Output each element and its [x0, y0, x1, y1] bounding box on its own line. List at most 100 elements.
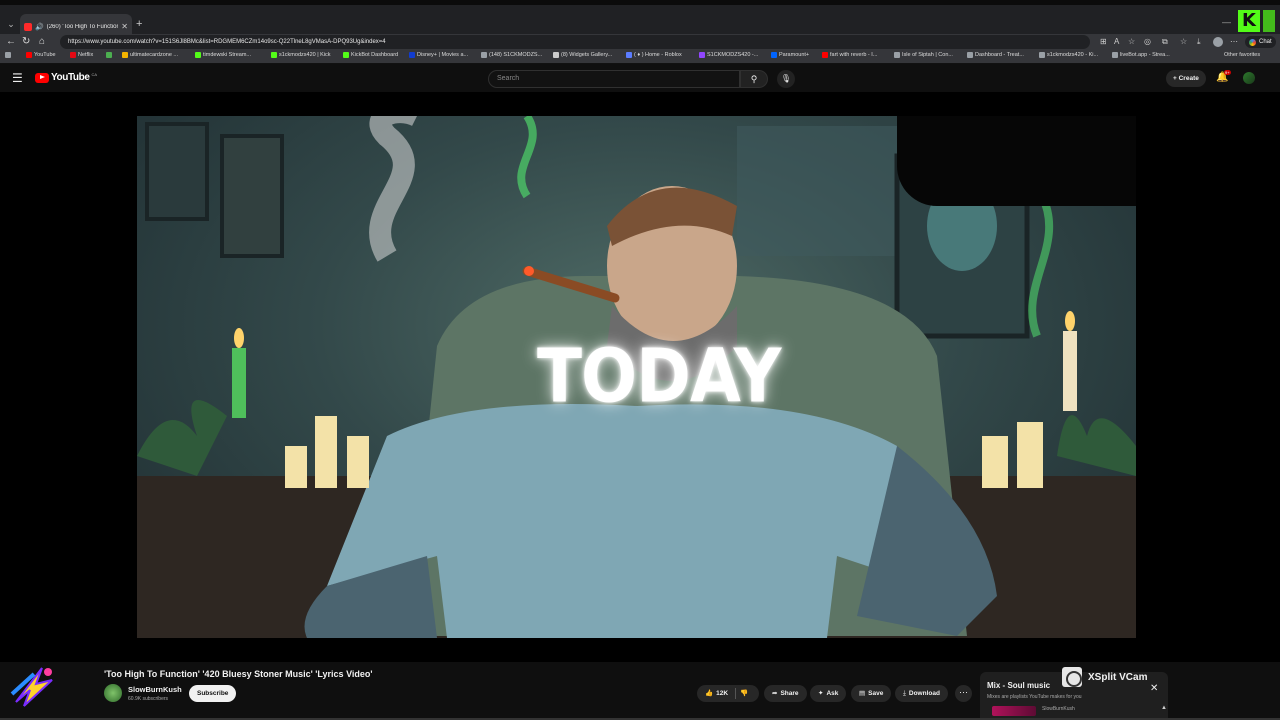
back-icon[interactable]: ← [6, 36, 16, 47]
url-bar[interactable]: https://www.youtube.com/watch?v=151S6Jl8… [60, 35, 1090, 49]
ask-button[interactable]: ✦ Ask [810, 685, 847, 702]
refresh-icon[interactable]: ↻ [22, 36, 30, 47]
bookmark-item[interactable] [106, 52, 114, 58]
video-player[interactable]: TODAY [0, 92, 1280, 662]
dislike-button[interactable]: 👎 [740, 685, 748, 702]
app-install-icon[interactable]: ⊞ [1100, 37, 1107, 46]
bookmark-item[interactable]: YouTube [26, 52, 56, 58]
thumbs-down-icon: 👎 [740, 690, 749, 697]
downloads-icon[interactable]: ⤓ [1197, 37, 1201, 47]
download-button[interactable]: ⤓ Download [895, 685, 948, 702]
video-frame[interactable]: TODAY [137, 116, 1136, 638]
bookmark-item[interactable]: ultimatecardzone ... [122, 52, 178, 58]
bookmark-item[interactable]: ( ♦ ) Home - Roblox [626, 52, 682, 58]
save-button[interactable]: ▤ Save [851, 685, 892, 702]
sparkle-icon: ✦ [818, 690, 824, 697]
address-toolbar: ← ↻ ⌂ https://www.youtube.com/watch?v=15… [0, 34, 1280, 50]
download-label: Download [908, 690, 940, 697]
bookmark-item[interactable]: KickBot Dashboard [343, 52, 398, 58]
country-code: CA [91, 72, 98, 77]
minimize-icon[interactable]: — [1222, 17, 1231, 27]
thumbs-up-icon: 👍 [705, 690, 714, 697]
candle-flame [234, 328, 244, 348]
bookmark-item[interactable]: s1ckmodzs420 - Ki... [1039, 52, 1098, 58]
read-aloud-icon[interactable]: A [1114, 37, 1119, 46]
cigar-ember [524, 266, 534, 276]
xsplit-label: XSplit VCam [1088, 671, 1148, 683]
bookmarks-bar: YouTube Netflix ultimatecardzone ... tim… [0, 50, 1280, 64]
candle [347, 436, 369, 488]
extension-icon[interactable]: ◎ [1144, 37, 1151, 46]
bookmark-item[interactable]: (148) S1CKMODZS... [481, 52, 542, 58]
youtube-header: ☰ YouTube CA Search ⚲ 🎙 + Create 🔔 9+ [0, 64, 1280, 92]
kick-overlay-icon [1263, 10, 1275, 32]
split-screen-icon[interactable]: ⧉ [1162, 37, 1168, 47]
search-input[interactable]: Search [488, 70, 740, 88]
notification-badge: 9+ [1224, 70, 1231, 75]
mix-item-channel: SlowBurnKush [1042, 706, 1075, 712]
chevron-up-icon[interactable]: ▲ [1161, 705, 1167, 711]
like-button[interactable]: 👍 12K [705, 690, 728, 697]
bookmark-item[interactable]: Netflix [70, 52, 93, 58]
voice-search-button[interactable]: 🎙 [777, 70, 795, 88]
close-icon[interactable]: ✕ [1150, 683, 1158, 694]
bookmark-folder-icon[interactable] [5, 52, 11, 58]
close-tab-icon[interactable]: ✕ [121, 22, 128, 31]
candle [982, 436, 1008, 488]
download-icon: ⤓ [903, 690, 906, 697]
profile-avatar[interactable] [1213, 37, 1223, 47]
chat-label: Chat [1259, 39, 1272, 45]
like-count: 12K [716, 690, 729, 697]
hamburger-menu-icon[interactable]: ☰ [12, 71, 23, 85]
wall-frame-left-2 [220, 134, 284, 258]
bookmark-item[interactable]: s1ckmodzs420 | Kick [271, 52, 331, 58]
other-favorites[interactable]: Other favorites [1224, 52, 1260, 58]
youtube-logo-text: YouTube [51, 72, 90, 83]
kick-logo-icon: K [1238, 10, 1260, 32]
share-button[interactable]: ➦ Share [764, 685, 807, 702]
smoke-plume [369, 116, 417, 262]
mix-item-thumbnail[interactable] [992, 706, 1036, 716]
more-menu-icon[interactable]: ⋯ [1230, 37, 1238, 46]
wall-poster-skull [737, 126, 897, 256]
new-tab-icon[interactable]: + [136, 18, 142, 30]
bookmark-item[interactable]: fart with reverb - I... [822, 52, 877, 58]
video-meta-bar: 'Too High To Function' '420 Bluesy Stone… [0, 662, 1280, 720]
bookmark-item[interactable]: liveBot.app - Strea... [1112, 52, 1170, 58]
youtube-logo[interactable]: YouTube CA [35, 72, 97, 83]
bookmark-item[interactable]: timdewski Stream... [195, 52, 251, 58]
search-button[interactable]: ⚲ [740, 70, 768, 88]
more-actions-button[interactable]: ⋯ [955, 685, 972, 702]
bookmark-item[interactable]: Disney+ | Movies a... [409, 52, 468, 58]
subscribe-button[interactable]: Subscribe [189, 685, 237, 702]
plant-right [1057, 415, 1136, 476]
ask-label: Ask [826, 690, 839, 697]
channel-name[interactable]: SlowBurnKush [128, 685, 182, 694]
bookmark-item[interactable]: Isle of Siptah | Con... [894, 52, 953, 58]
tab-list-icon[interactable]: ⌄ [4, 17, 18, 31]
speaker-icon[interactable]: 🔊 [35, 23, 44, 31]
browser-tab-bar: ⌄ 🔊 (260) 'Too High To Function' '420 Bl… [0, 0, 1280, 39]
favorites-icon[interactable]: ☆ [1180, 37, 1187, 46]
wall-frame-left [145, 122, 209, 221]
bookmark-item[interactable]: Dashboard - Treat... [967, 52, 1024, 58]
favorite-star-icon[interactable]: ☆ [1128, 37, 1135, 46]
youtube-play-icon [35, 72, 49, 83]
home-icon[interactable]: ⌂ [39, 36, 45, 47]
microphone-icon: 🎙 [780, 74, 792, 83]
bookmark-item[interactable]: (8) Widgets Gallery... [553, 52, 612, 58]
mix-subtitle: Mixes are playlists YouTube makes for yo… [987, 694, 1082, 700]
like-dislike-group: 👍 12K 👎 [697, 685, 759, 702]
xsplit-logo-icon [1062, 667, 1082, 687]
candle-tall [1063, 331, 1077, 411]
save-playlist-icon: ▤ [859, 690, 866, 697]
save-label: Save [868, 690, 884, 697]
account-avatar[interactable] [1243, 72, 1255, 84]
copilot-chat-button[interactable]: Chat [1245, 36, 1276, 48]
bookmark-item[interactable]: Paramount+ [771, 52, 809, 58]
candle [285, 446, 307, 488]
create-button[interactable]: + Create [1166, 70, 1206, 87]
video-letterbox-corner [897, 116, 1136, 206]
channel-avatar[interactable] [104, 684, 122, 702]
bookmark-item[interactable]: S1CKMODZS420 -... [699, 52, 758, 58]
